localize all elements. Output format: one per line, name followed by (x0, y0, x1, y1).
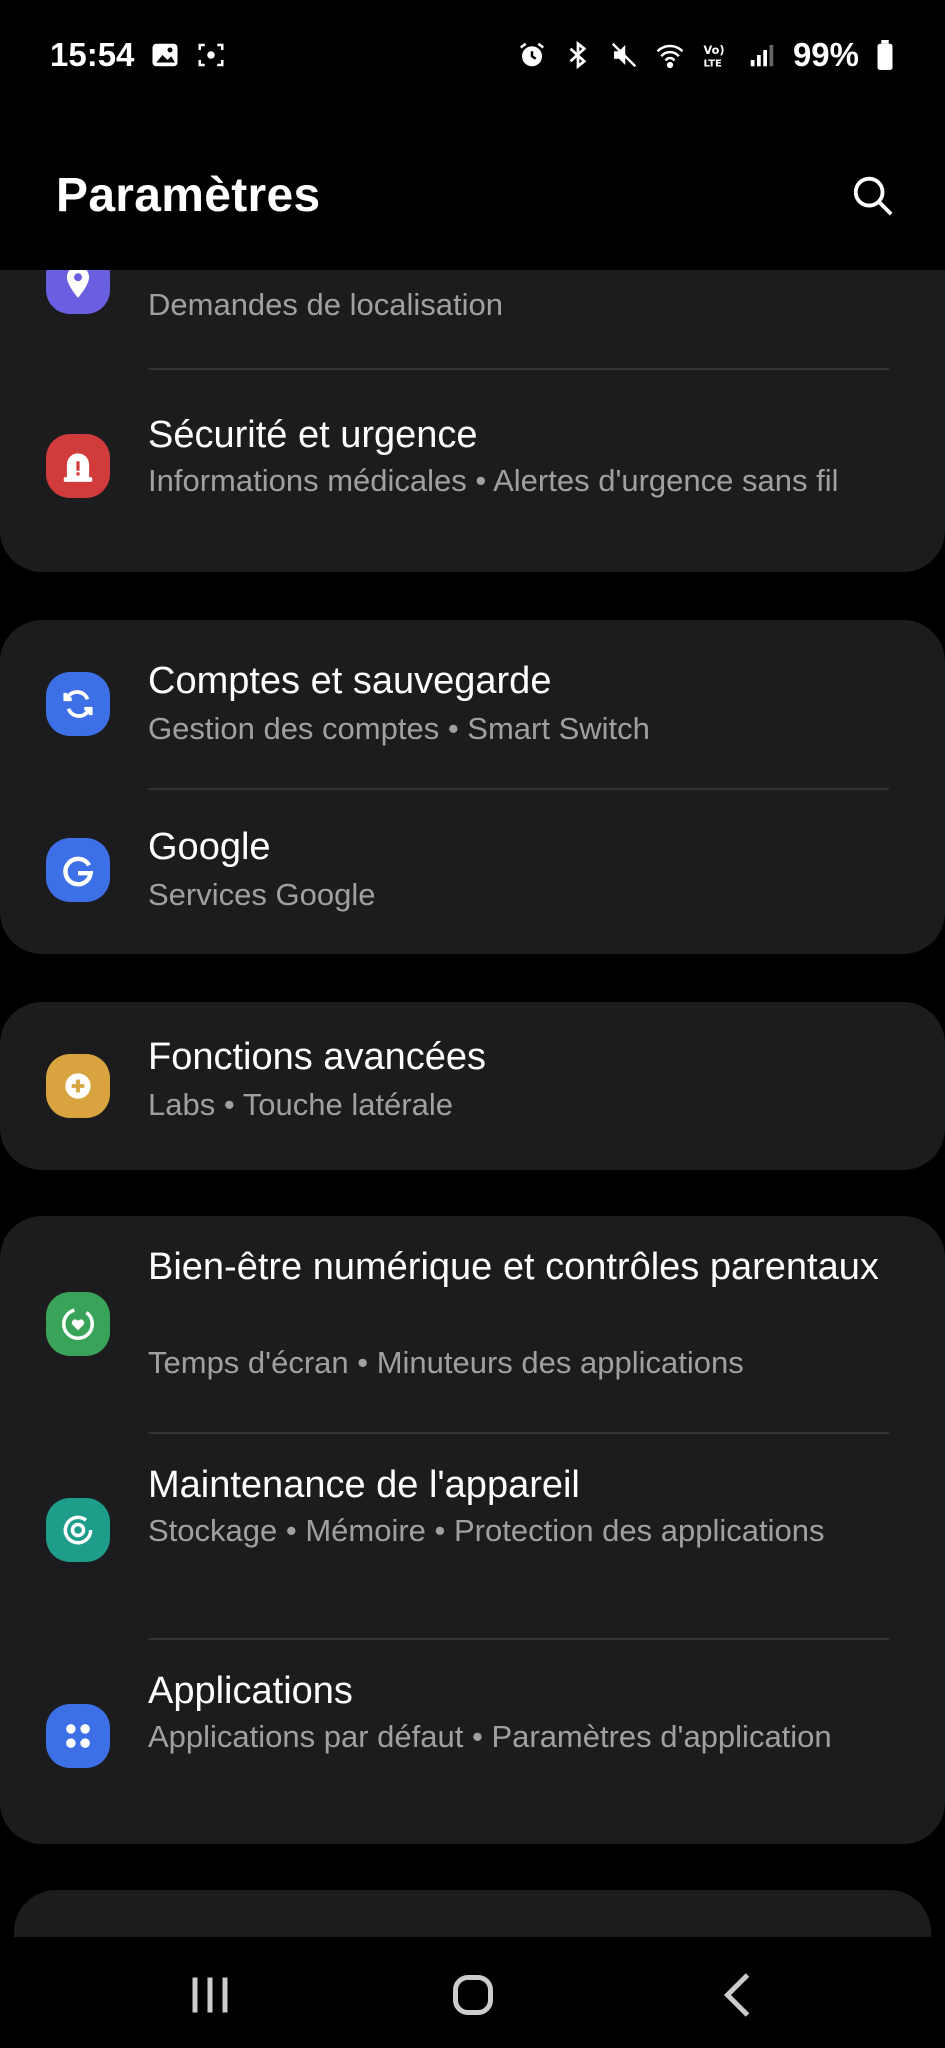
search-button[interactable] (849, 172, 895, 218)
device-care-icon (46, 1498, 110, 1562)
gallery-icon (150, 40, 180, 70)
settings-item-title: Sécurité et urgence (148, 414, 478, 456)
settings-item-digital-wellbeing[interactable]: Bien-être numérique et contrôles parenta… (0, 1216, 945, 1432)
settings-item-title: Applications (148, 1670, 353, 1712)
svg-text:LTE: LTE (703, 58, 722, 69)
alarm-icon (517, 40, 547, 70)
battery-icon (875, 40, 895, 70)
settings-item-subtitle: Services Google (148, 877, 376, 912)
settings-item-device-care[interactable]: Maintenance de l'appareil Stockage • Mém… (0, 1434, 945, 1638)
settings-card: Position Demandes de localisation Sécuri… (0, 270, 945, 572)
google-icon (46, 838, 110, 902)
sync-icon (46, 672, 110, 736)
wellbeing-icon (46, 1292, 110, 1356)
settings-item-subtitle: Stockage • Mémoire • Protection des appl… (148, 1513, 825, 1548)
settings-item-subtitle: Applications par défaut • Paramètres d'a… (148, 1719, 832, 1754)
status-bar: 15:54 Vo) LTE 99% (0, 0, 945, 110)
page-title: Paramètres (56, 169, 321, 222)
svg-text:Vo): Vo) (703, 44, 724, 57)
signal-icon (747, 40, 777, 70)
settings-item-subtitle: Informations médicales • Alertes d'urgen… (148, 463, 839, 498)
recents-icon (192, 1977, 228, 2013)
settings-card: Bien-être numérique et contrôles parenta… (0, 1216, 945, 1844)
settings-item-applications[interactable]: Applications Applications par défaut • P… (0, 1640, 945, 1844)
emergency-icon (46, 434, 110, 498)
settings-card: Comptes et sauvegarde Gestion des compte… (0, 620, 945, 954)
settings-item-title: Maintenance de l'appareil (148, 1464, 580, 1506)
recents-button[interactable] (180, 1965, 240, 2025)
volte-icon: Vo) LTE (701, 40, 731, 70)
home-button[interactable] (443, 1965, 503, 2025)
settings-item-subtitle: Gestion des comptes • Smart Switch (148, 711, 650, 746)
settings-item-advanced-features[interactable]: Fonctions avancées Labs • Touche latéral… (0, 1002, 945, 1170)
settings-item-accounts[interactable]: Comptes et sauvegarde Gestion des compte… (0, 620, 945, 788)
battery-percent: 99% (792, 36, 859, 73)
location-icon (46, 270, 110, 314)
home-icon (453, 1975, 493, 2015)
advanced-features-icon (46, 1054, 110, 1118)
navigation-bar (0, 1937, 945, 2048)
settings-item-security[interactable]: Sécurité et urgence Informations médical… (0, 370, 945, 570)
bluetooth-icon (563, 40, 593, 70)
header: Paramètres (0, 160, 945, 240)
mute-icon (609, 40, 639, 70)
settings-item-title: Google (148, 826, 271, 868)
search-icon (853, 176, 893, 216)
settings-item-title: Fonctions avancées (148, 1036, 486, 1078)
back-button[interactable] (710, 1965, 770, 2025)
settings-screen: 15:54 Vo) LTE 99% Paramètres Demandes de… (0, 0, 945, 2048)
settings-item-position[interactable]: Position Demandes de localisation (0, 270, 945, 350)
settings-list[interactable]: Position Demandes de localisation Sécuri… (0, 270, 945, 1937)
apps-icon (46, 1704, 110, 1768)
settings-item-google[interactable]: Google Services Google (0, 790, 945, 954)
wifi-icon (655, 40, 685, 70)
settings-card: Fonctions avancées Labs • Touche latéral… (0, 1002, 945, 1170)
settings-item-title: Position (148, 270, 889, 278)
settings-item-subtitle: Labs • Touche latérale (148, 1087, 453, 1122)
back-icon (723, 1973, 750, 2017)
settings-item-title: Bien-être numérique et contrôles parenta… (148, 1246, 879, 1288)
settings-card (14, 1890, 931, 1937)
settings-item-subtitle: Temps d'écran • Minuteurs des applicatio… (148, 1345, 744, 1380)
settings-item-title: Comptes et sauvegarde (148, 660, 552, 702)
screen-record-icon (196, 40, 226, 70)
status-time: 15:54 (50, 36, 135, 73)
settings-item-subtitle: Demandes de localisation (148, 287, 503, 322)
